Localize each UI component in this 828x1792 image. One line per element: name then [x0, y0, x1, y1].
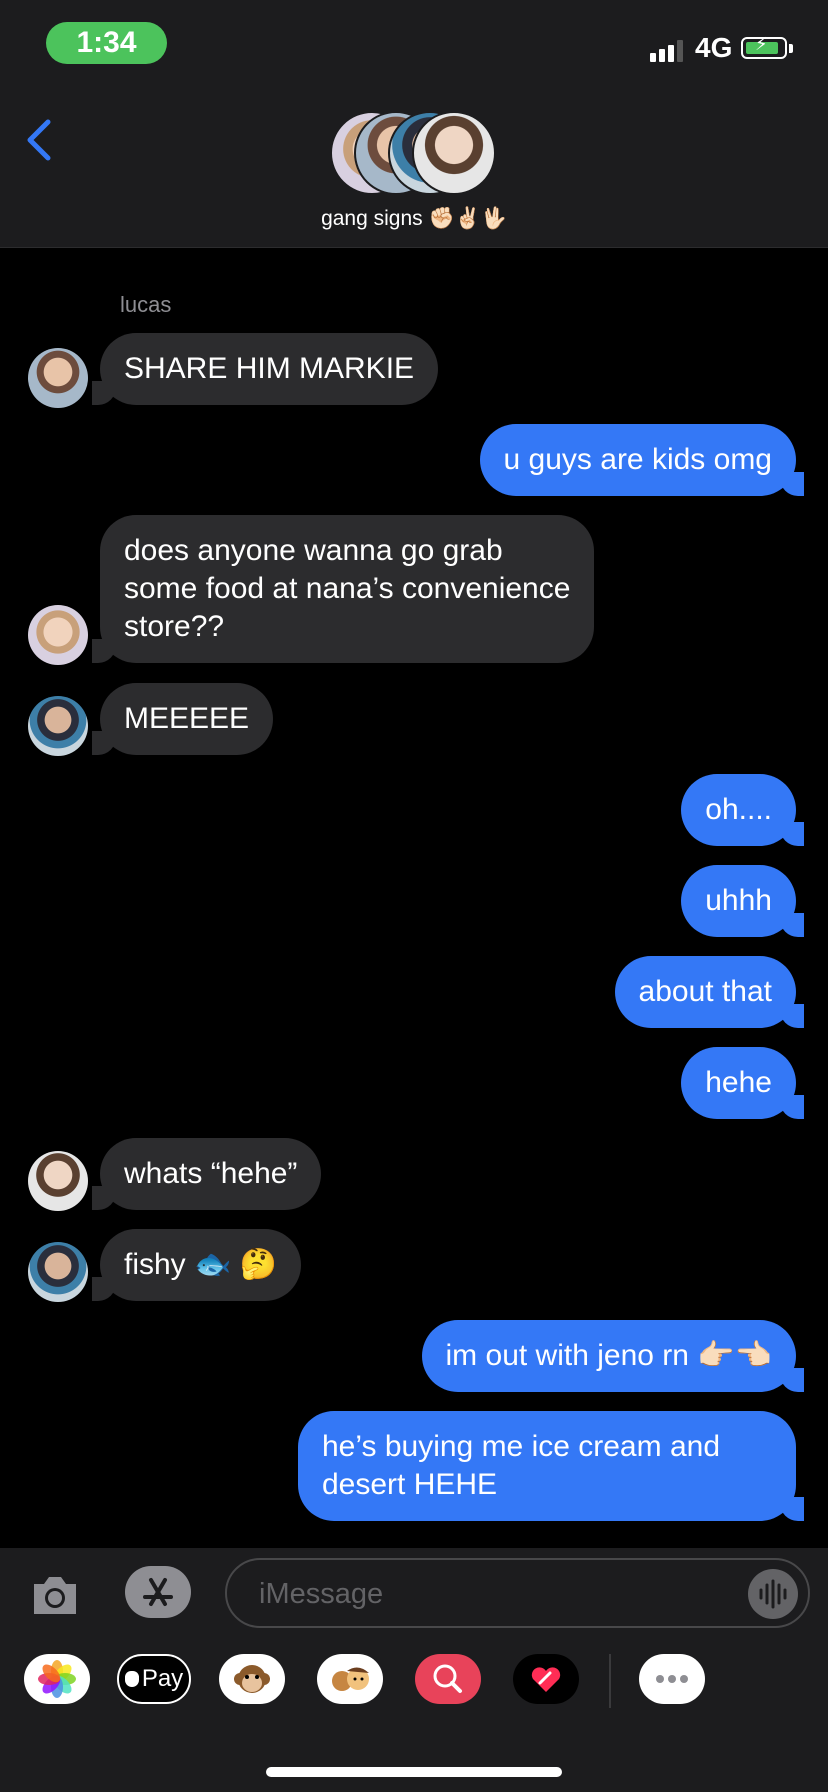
sender-name: lucas — [120, 292, 172, 317]
apple-logo-icon — [124, 1671, 139, 1687]
battery-cap — [789, 44, 793, 53]
outgoing-message[interactable]: im out with jeno rn 👉🏻👈🏻 — [421, 1320, 805, 1392]
app-store-button[interactable] — [125, 1566, 191, 1618]
status-time[interactable]: 1:34 — [46, 22, 167, 64]
image-search-icon — [433, 1664, 462, 1693]
chevron-left-icon — [27, 119, 51, 161]
back-button[interactable] — [18, 110, 68, 170]
sender-avatar[interactable] — [28, 348, 88, 408]
digital-touch-button[interactable] — [513, 1654, 579, 1704]
battery-icon: ⚡ — [741, 34, 787, 59]
imessage-field[interactable] — [225, 1558, 810, 1628]
incoming-message[interactable]: SHARE HIM MARKIE — [91, 333, 439, 405]
animoji-button[interactable] — [219, 1654, 285, 1704]
outgoing-message[interactable]: u guys are kids omg — [479, 424, 805, 496]
sender-avatar[interactable] — [28, 696, 88, 756]
app-store-icon — [143, 1578, 173, 1606]
outgoing-message[interactable]: about that — [614, 956, 805, 1028]
monkey-icon — [234, 1665, 270, 1693]
outgoing-message[interactable]: hehe — [681, 1047, 804, 1119]
sender-avatar[interactable] — [28, 1242, 88, 1302]
compose-bar: Pay — [0, 1548, 828, 1792]
group-avatar — [412, 111, 496, 195]
camera-button[interactable] — [30, 1570, 80, 1618]
home-indicator[interactable] — [266, 1767, 562, 1777]
incoming-message[interactable]: does anyone wanna go grab some food at n… — [91, 515, 595, 663]
more-icon — [656, 1675, 688, 1683]
photos-app-button[interactable] — [24, 1654, 90, 1704]
app-drawer-divider — [609, 1654, 611, 1708]
audio-message-button[interactable] — [748, 1569, 798, 1619]
conversation-header: gang signs ✊🏻✌🏻🖖🏻 — [0, 90, 828, 248]
sender-avatar[interactable] — [28, 605, 88, 665]
digital-touch-icon — [531, 1667, 561, 1692]
sender-avatar[interactable] — [28, 1151, 88, 1211]
imessage-input[interactable] — [257, 1560, 731, 1628]
app-drawer: Pay — [0, 1654, 828, 1724]
memoji-button[interactable] — [317, 1654, 383, 1704]
more-apps-button[interactable] — [639, 1654, 705, 1704]
incoming-message[interactable]: MEEEEE — [91, 683, 274, 755]
group-avatar-stack[interactable] — [330, 111, 500, 195]
camera-icon — [34, 1577, 76, 1614]
status-bar: 1:34 4G ⚡ — [0, 0, 828, 90]
group-name[interactable]: gang signs ✊🏻✌🏻🖖🏻 — [0, 207, 828, 231]
outgoing-message[interactable]: oh.... — [681, 774, 804, 846]
waveform-icon — [759, 1579, 787, 1609]
incoming-message[interactable]: whats “hehe” — [91, 1138, 322, 1210]
image-search-button[interactable] — [415, 1654, 481, 1704]
outgoing-message[interactable]: uhhh — [681, 865, 804, 937]
photos-icon — [38, 1660, 76, 1698]
incoming-message[interactable]: fishy 🐟 🤔 — [91, 1229, 302, 1301]
cellular-signal-icon — [650, 40, 686, 62]
outgoing-message[interactable]: he’s buying me ice cream and desert HEHE — [298, 1411, 804, 1521]
memoji-icon — [332, 1667, 369, 1691]
apple-pay-label: Pay — [141, 1665, 184, 1692]
network-type: 4G — [695, 32, 733, 63]
apple-pay-button[interactable]: Pay — [117, 1654, 191, 1704]
